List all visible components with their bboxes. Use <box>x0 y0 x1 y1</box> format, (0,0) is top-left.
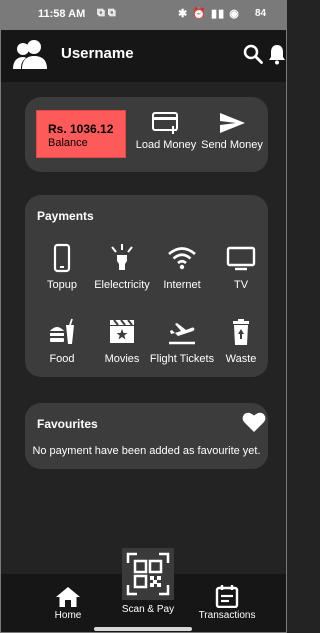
send-icon <box>220 113 245 133</box>
payments-title: Payments <box>37 209 94 223</box>
card-add-icon <box>152 112 178 134</box>
pay-item-label: TV <box>233 279 249 291</box>
pay-item-tv[interactable]: TV <box>206 243 276 291</box>
favourites-empty-message: No payment have been added as favourite … <box>32 445 261 457</box>
home-indicator[interactable] <box>94 627 192 631</box>
bell-icon[interactable] <box>268 43 286 65</box>
food-icon <box>50 318 74 344</box>
pay-item-label: Movies <box>104 353 140 365</box>
balance-label: Balance <box>48 137 88 149</box>
qr-box <box>122 548 174 600</box>
wallet-card: Rs. 1036.12 Balance Load Money Send Mone… <box>25 97 268 172</box>
send-money-label: Send Money <box>201 139 263 151</box>
battery-level: 84 <box>255 8 267 19</box>
pay-item-label: Elelectricity <box>94 279 150 291</box>
nav-home-label: Home <box>54 610 82 621</box>
waste-icon <box>233 319 249 345</box>
status-time: 11:58 AM <box>38 8 86 20</box>
favourites-title: Favourites <box>37 417 98 431</box>
calendar-icon <box>215 585 239 608</box>
balance-amount: Rs. 1036.12 <box>48 122 114 136</box>
search-icon[interactable] <box>243 44 263 64</box>
pay-item-label: Waste <box>225 353 257 365</box>
username-title: Username <box>61 45 134 62</box>
movie-icon <box>110 319 134 343</box>
nav-home[interactable]: Home <box>46 586 90 621</box>
heart-icon[interactable] <box>242 411 266 433</box>
balance-box: Rs. 1036.12 Balance <box>36 110 126 158</box>
tv-icon <box>226 246 256 271</box>
scan-pay-button[interactable]: Scan & Pay <box>118 548 178 615</box>
home-icon <box>56 587 80 607</box>
favourites-card: Favourites No payment have been added as… <box>25 403 268 469</box>
app-bar: Username <box>0 30 287 82</box>
load-money-button[interactable]: Load Money <box>135 111 197 151</box>
pay-item-label: Flight Tickets <box>149 353 215 365</box>
pay-item-waste[interactable]: Waste <box>206 317 276 365</box>
nav-transactions[interactable]: Transactions <box>192 584 262 621</box>
qr-scan-icon <box>126 552 170 596</box>
phone-icon <box>53 243 71 273</box>
notification-icons: ⧉ ⧉ <box>97 7 116 19</box>
bulb-icon <box>111 244 133 270</box>
users-icon[interactable] <box>12 38 48 70</box>
scan-pay-label: Scan & Pay <box>121 604 175 615</box>
load-money-label: Load Money <box>135 139 197 151</box>
pay-item-label: Internet <box>163 279 201 291</box>
flight-icon <box>169 323 195 345</box>
payments-card: Payments Topup Elelectricity Internet TV… <box>25 195 268 377</box>
pay-item-label: Topup <box>47 279 77 291</box>
pay-item-label: Food <box>49 353 75 365</box>
wifi-icon <box>168 247 196 270</box>
send-money-button[interactable]: Send Money <box>201 111 263 151</box>
nav-transactions-label: Transactions <box>198 610 256 621</box>
system-status-icons: ✱ ⏰ ▮▮ ◉ <box>178 8 240 20</box>
status-bar: 11:58 AM ⧉ ⧉ ✱ ⏰ ▮▮ ◉ 84 <box>0 0 287 30</box>
